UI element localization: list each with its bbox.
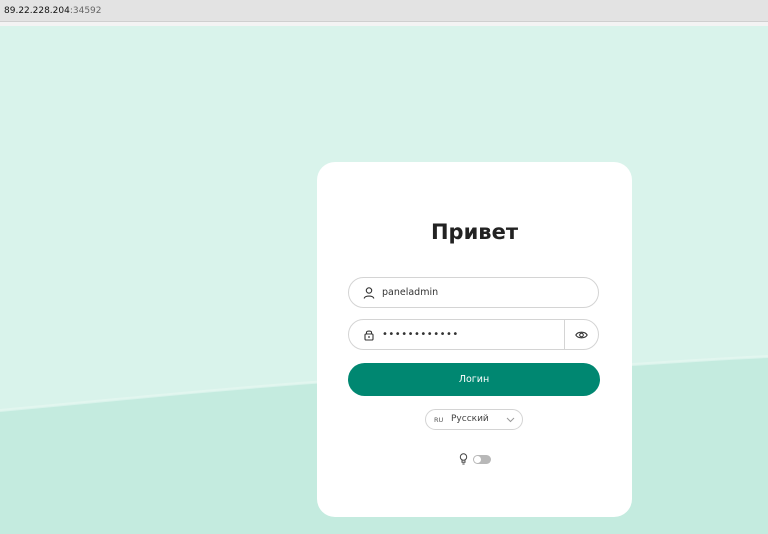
theme-toggle[interactable] — [473, 455, 491, 464]
address-host: 89.22.228.204 — [4, 6, 70, 16]
login-button[interactable]: Логин — [348, 363, 600, 396]
address-port: :34592 — [69, 6, 102, 16]
login-title: Привет — [430, 220, 519, 244]
username-value: paneladmin — [382, 287, 439, 298]
password-value: •••••••••••• — [382, 329, 459, 340]
password-field[interactable]: •••••••••••• — [348, 319, 599, 350]
language-name: Русский — [451, 414, 489, 424]
toggle-knob — [474, 456, 481, 463]
username-field[interactable]: paneladmin — [348, 277, 599, 308]
chevron-down-icon — [506, 417, 515, 423]
eye-icon — [575, 331, 588, 338]
address-bar[interactable]: 89.22.228.204:34592 — [0, 0, 768, 22]
lightbulb-icon — [459, 453, 468, 465]
user-icon — [363, 287, 375, 299]
language-code: RU — [434, 416, 444, 424]
show-password-button[interactable] — [564, 320, 598, 349]
login-card: Привет paneladmin •••••••••••• Логин RU … — [317, 162, 632, 517]
language-select[interactable]: RU Русский — [425, 409, 523, 430]
lock-icon — [364, 330, 374, 341]
